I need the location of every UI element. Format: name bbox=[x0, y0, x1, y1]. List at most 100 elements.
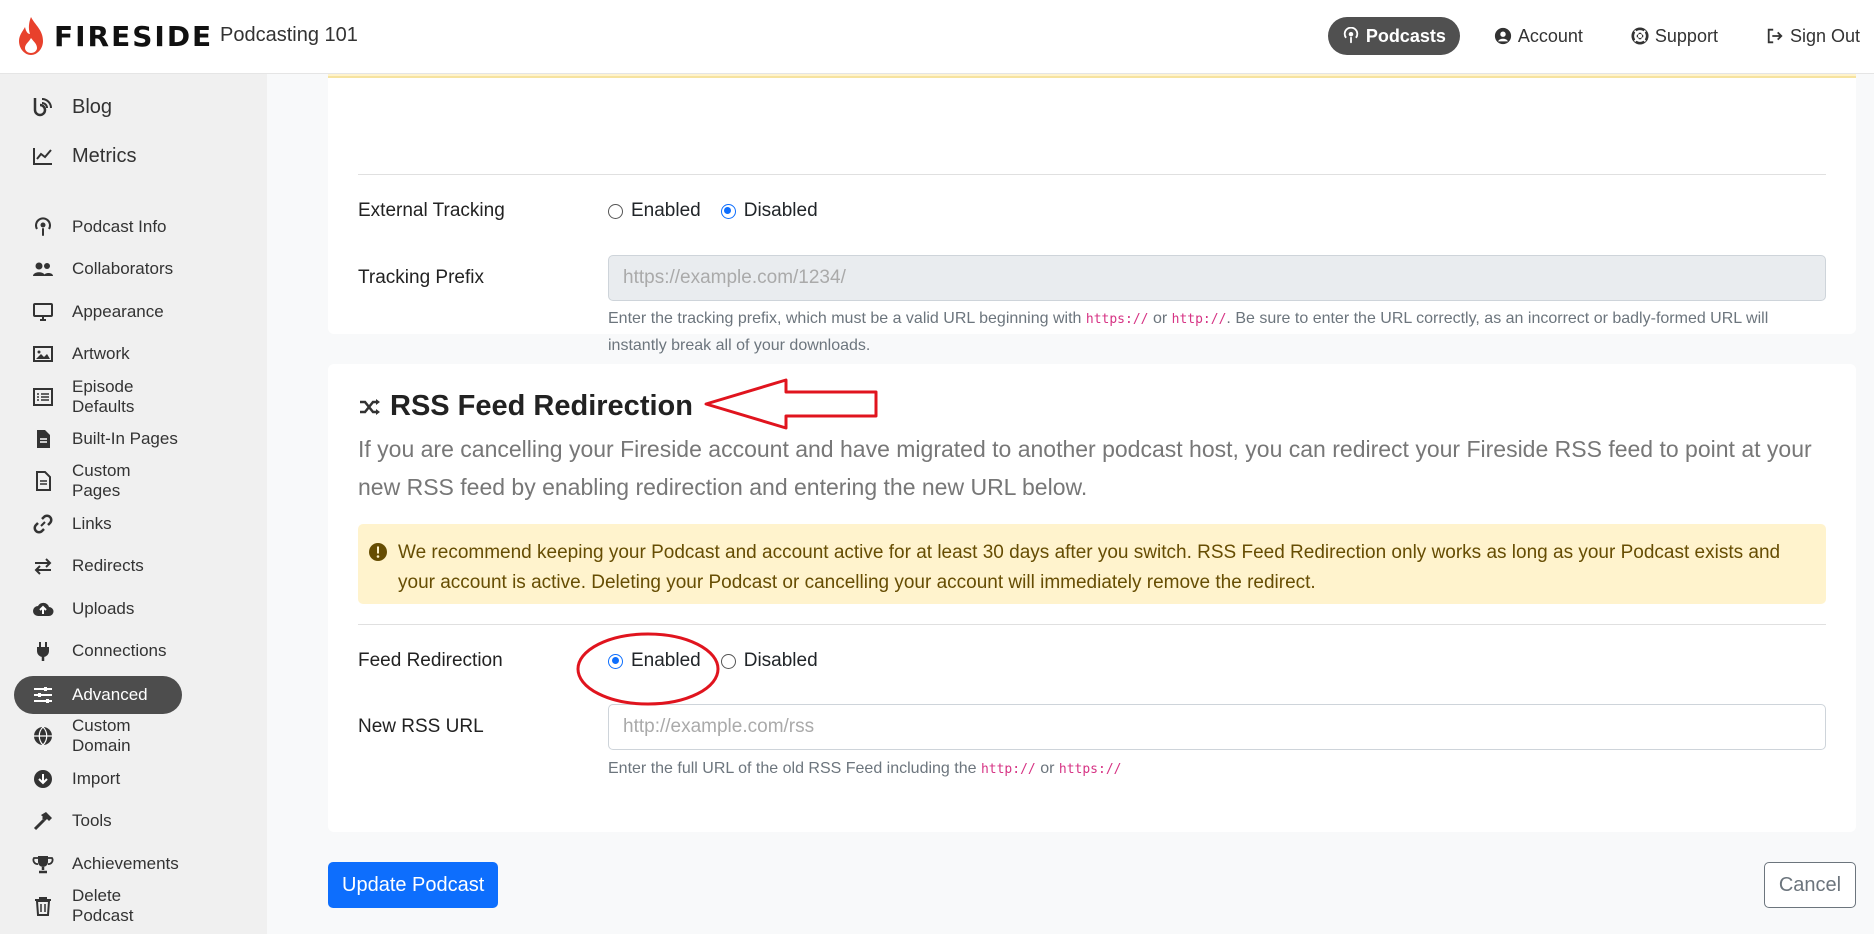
exclamation-circle-icon bbox=[369, 543, 387, 561]
enabled-label[interactable]: Enabled bbox=[631, 650, 701, 672]
external-tracking-radio-group: Enabled Disabled bbox=[608, 200, 838, 222]
rss-section-heading: RSS Feed Redirection bbox=[358, 390, 693, 423]
sidebar-item-label: Links bbox=[72, 514, 112, 533]
nav-sign-out-label: Sign Out bbox=[1789, 25, 1860, 46]
sidebar-item-custom-domain[interactable]: Custom Domain bbox=[14, 716, 182, 755]
sidebar-item-tools[interactable]: Tools bbox=[14, 802, 182, 840]
code-https: https:// bbox=[1058, 762, 1122, 777]
new-rss-url-input[interactable]: http://example.com/rss bbox=[608, 704, 1826, 750]
nav-support[interactable]: Support bbox=[1617, 17, 1732, 55]
rss-redirection-card: RSS Feed Redirection If you are cancelli… bbox=[328, 364, 1856, 832]
sidebar-item-episode-defaults[interactable]: Episode Defaults bbox=[14, 377, 182, 416]
sidebar-item-label: Episode Defaults bbox=[72, 377, 135, 416]
chart-line-icon bbox=[33, 148, 52, 165]
flame-icon bbox=[19, 17, 43, 55]
feed-redirection-radio-group: Enabled Disabled bbox=[608, 650, 838, 672]
sidebar-item-metrics[interactable]: Metrics bbox=[14, 137, 182, 175]
random-icon bbox=[360, 398, 380, 415]
user-circle-icon bbox=[1494, 27, 1511, 45]
hammer-icon bbox=[33, 812, 52, 831]
sidebar-item-label: Metrics bbox=[72, 144, 137, 167]
help-text: Enter the tracking prefix, which must be… bbox=[608, 310, 1086, 327]
new-rss-url-placeholder: http://example.com/rss bbox=[623, 716, 815, 737]
fireside-logo[interactable]: FIRESIDE bbox=[16, 16, 213, 56]
sidebar-item-label: Delete Podcast bbox=[72, 886, 134, 925]
sidebar-item-label: Connections bbox=[72, 641, 167, 660]
top-nav: Podcasts Account Support Sign Out bbox=[1308, 17, 1874, 55]
disabled-label[interactable]: Disabled bbox=[744, 650, 818, 672]
sidebar-item-built-in-pages[interactable]: Built-In Pages bbox=[14, 420, 182, 458]
globe-icon bbox=[34, 726, 52, 746]
sidebar-item-links[interactable]: Links bbox=[14, 505, 182, 543]
lifebuoy-icon bbox=[1631, 27, 1649, 45]
sidebar: Blog Metrics Podcast Info Collaborators … bbox=[0, 74, 267, 934]
podcast-title: Podcasting 101 bbox=[220, 24, 358, 46]
sidebar-item-label: Built-In Pages bbox=[72, 429, 178, 448]
sidebar-item-connections[interactable]: Connections bbox=[14, 632, 182, 670]
sidebar-item-label: Import bbox=[72, 769, 121, 788]
rss-warning-alert: We recommend keeping your Podcast and ac… bbox=[358, 524, 1826, 604]
nav-support-label: Support bbox=[1654, 25, 1718, 46]
sidebar-item-appearance[interactable]: Appearance bbox=[14, 293, 182, 331]
link-icon bbox=[33, 514, 53, 534]
sign-out-icon bbox=[1767, 28, 1783, 44]
tracking-prefix-help: Enter the tracking prefix, which must be… bbox=[608, 306, 1826, 359]
tracking-card: External Tracking Enabled Disabled Track… bbox=[328, 64, 1856, 354]
desktop-icon bbox=[33, 303, 53, 321]
divider bbox=[358, 174, 1826, 175]
nav-podcasts[interactable]: Podcasts bbox=[1327, 17, 1460, 55]
sidebar-item-label: Blog bbox=[72, 95, 113, 118]
divider bbox=[358, 624, 1826, 625]
help-text: or bbox=[1148, 310, 1172, 327]
plug-icon bbox=[37, 642, 49, 661]
list-icon bbox=[33, 388, 53, 406]
sidebar-item-uploads[interactable]: Uploads bbox=[14, 590, 182, 628]
file-outline-icon bbox=[36, 471, 51, 491]
sidebar-item-artwork[interactable]: Artwork bbox=[14, 335, 182, 373]
podcast-icon bbox=[35, 217, 51, 236]
sidebar-item-label: Custom Domain bbox=[72, 716, 131, 755]
trophy-icon bbox=[32, 856, 54, 874]
rss-description: If you are cancelling your Fireside acco… bbox=[358, 436, 1812, 500]
file-icon bbox=[37, 430, 50, 448]
tracking-prefix-input[interactable]: https://example.com/1234/ bbox=[608, 255, 1826, 301]
feed-redirection-enabled-radio[interactable] bbox=[608, 653, 623, 669]
external-tracking-enabled-radio[interactable] bbox=[608, 203, 623, 219]
cloud-upload-icon bbox=[33, 602, 54, 616]
feed-redirection-disabled-radio[interactable] bbox=[720, 653, 736, 669]
code-https: https:// bbox=[1085, 312, 1149, 327]
sidebar-item-label: Redirects bbox=[72, 556, 144, 575]
sidebar-item-advanced[interactable]: Advanced bbox=[14, 676, 182, 714]
sidebar-item-label: Artwork bbox=[72, 344, 130, 363]
nav-account-label: Account bbox=[1517, 25, 1583, 46]
sidebar-item-achievements[interactable]: Achievements bbox=[14, 845, 182, 883]
disabled-label[interactable]: Disabled bbox=[744, 200, 818, 222]
users-icon bbox=[33, 262, 53, 276]
trash-icon bbox=[35, 897, 51, 916]
nav-sign-out[interactable]: Sign Out bbox=[1752, 17, 1874, 55]
rss-warning-text: We recommend keeping your Podcast and ac… bbox=[398, 542, 1781, 593]
sidebar-item-import[interactable]: Import bbox=[14, 760, 182, 798]
new-rss-url-help: Enter the full URL of the old RSS Feed i… bbox=[608, 756, 1826, 783]
update-podcast-button[interactable]: Update Podcast bbox=[328, 862, 499, 908]
sidebar-item-custom-pages[interactable]: Custom Pages bbox=[14, 461, 182, 500]
external-tracking-disabled-radio[interactable] bbox=[720, 203, 736, 219]
help-text: or bbox=[1035, 760, 1059, 777]
nav-account[interactable]: Account bbox=[1480, 17, 1597, 55]
blog-icon bbox=[33, 98, 52, 117]
cancel-button[interactable]: Cancel bbox=[1764, 862, 1856, 908]
sidebar-item-label: Collaborators bbox=[72, 259, 174, 278]
sidebar-item-blog[interactable]: Blog bbox=[14, 88, 182, 126]
sidebar-item-label: Achievements bbox=[72, 854, 179, 873]
sidebar-item-label: Advanced bbox=[72, 685, 148, 704]
sidebar-item-podcast-info[interactable]: Podcast Info bbox=[14, 208, 182, 246]
rss-section-title: RSS Feed Redirection bbox=[390, 390, 693, 422]
sidebar-item-label: Custom Pages bbox=[72, 461, 131, 500]
nav-podcasts-label: Podcasts bbox=[1365, 25, 1446, 46]
sidebar-item-redirects[interactable]: Redirects bbox=[14, 547, 182, 585]
enabled-label[interactable]: Enabled bbox=[631, 200, 701, 222]
sidebar-item-collaborators[interactable]: Collaborators bbox=[14, 250, 182, 288]
sidebar-item-label: Podcast Info bbox=[72, 217, 167, 236]
brand-name: FIRESIDE bbox=[54, 19, 214, 53]
sidebar-item-delete-podcast[interactable]: Delete Podcast bbox=[14, 886, 182, 925]
